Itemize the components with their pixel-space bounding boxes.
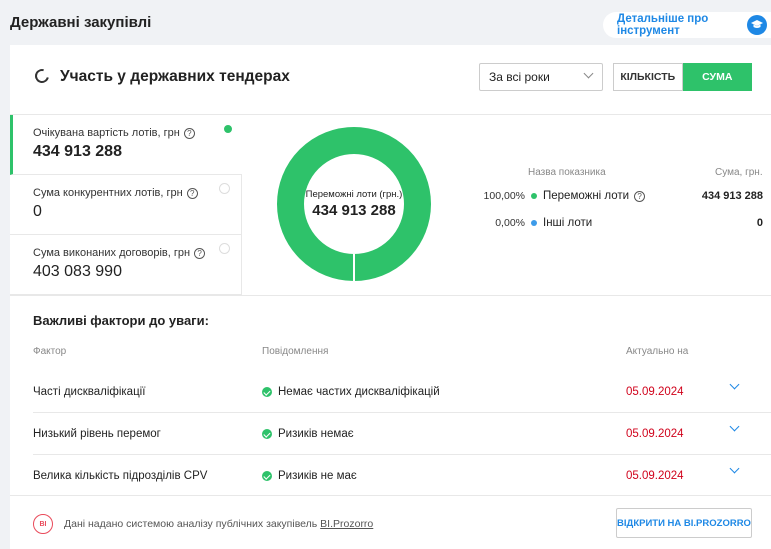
factor-name: Велика кількість підрозділів CPV [33, 470, 208, 482]
radio-icon [219, 183, 230, 194]
metric-value: 403 083 990 [33, 263, 122, 280]
factor-row[interactable]: Велика кількість підрозділів CPV Ризиків… [33, 455, 771, 497]
year-select-value: За всі роки [489, 70, 550, 84]
open-bi-prozorro-button[interactable]: ВІДКРИТИ НА BI.PROZORRO [616, 508, 752, 538]
legend-pct: 100,00% [483, 190, 525, 202]
radio-icon [219, 243, 230, 254]
legend-name: Переможні лоти [543, 190, 630, 202]
col-message: Повідомлення [262, 346, 329, 357]
details-button[interactable]: Детальніше про інструмент [603, 12, 771, 38]
legend-name: Інші лоти [543, 217, 593, 229]
graduation-cap-icon [747, 15, 767, 35]
factors-title: Важливі фактори до уваги: [33, 313, 209, 328]
chevron-down-icon[interactable] [729, 379, 740, 390]
toggle-count-button[interactable]: КІЛЬКІСТЬ [613, 63, 683, 91]
metric-completed-contracts[interactable]: Сума виконаних договорів, грн? 403 083 9… [10, 235, 242, 295]
footer-text: Дані надано системою аналізу публічних з… [64, 518, 373, 530]
metric-expected-value[interactable]: Очікувана вартість лотів, грн? 434 913 2… [10, 115, 242, 175]
metric-value: 434 913 288 [33, 143, 122, 160]
chevron-down-icon[interactable] [729, 463, 740, 474]
card-title: Участь у державних тендерах [60, 68, 290, 85]
col-date: Актуально на [626, 346, 689, 357]
metric-value: 0 [33, 203, 42, 220]
page-title: Державні закупівлі [10, 14, 152, 31]
check-circle-icon [262, 471, 272, 481]
bi-prozorro-logo-icon: BI [33, 514, 53, 534]
factor-date: 05.09.2024 [626, 386, 684, 398]
legend-amount: 434 913 288 [701, 190, 763, 202]
mode-toggle: КІЛЬКІСТЬ СУМА [613, 63, 752, 91]
check-circle-icon [262, 429, 272, 439]
legend-col-sum: Сума, грн. [715, 167, 763, 178]
year-select[interactable]: За всі роки [479, 63, 603, 91]
donut-center-label: Переможні лоти (грн.) [305, 189, 403, 200]
factor-message: Ризиків немає [278, 428, 354, 440]
bi-prozorro-link[interactable]: BI.Prozorro [320, 518, 373, 530]
factor-message: Немає частих дискваліфікацій [278, 386, 440, 398]
donut-center: Переможні лоти (грн.) 434 913 288 [277, 127, 431, 281]
factor-message: Ризиків не має [278, 470, 357, 482]
help-icon[interactable]: ? [183, 127, 195, 139]
factor-row[interactable]: Часті дискваліфікації Немає частих дискв… [33, 371, 771, 413]
tenders-card: Участь у державних тендерах За всі роки … [10, 45, 771, 549]
radio-selected-icon [224, 125, 232, 133]
metric-label: Сума виконаних договорів, грн [33, 247, 191, 259]
metric-label: Очікувана вартість лотів, грн [33, 127, 180, 139]
legend-amount: 0 [756, 217, 763, 229]
chevron-down-icon[interactable] [729, 421, 740, 432]
factor-name: Часті дискваліфікації [33, 386, 146, 398]
toggle-sum-button[interactable]: СУМА [682, 63, 752, 91]
legend-col-name: Назва показника [528, 167, 606, 178]
factors-section: Важливі фактори до уваги: Фактор Повідом… [10, 295, 771, 482]
legend-row: 0,00% Інші лоти 0 [480, 215, 771, 231]
help-icon[interactable]: ? [186, 187, 198, 199]
metric-competitive-sum[interactable]: Сума конкурентних лотів, грн? 0 [10, 175, 242, 235]
check-circle-icon [262, 387, 272, 397]
donut-center-value: 434 913 288 [312, 202, 396, 219]
factor-date: 05.09.2024 [626, 470, 684, 482]
donut-chart: Переможні лоти (грн.) 434 913 288 [277, 127, 431, 281]
factor-name: Низький рівень перемог [33, 428, 161, 440]
chevron-down-icon [583, 68, 594, 79]
metric-label: Сума конкурентних лотів, грн [33, 187, 183, 199]
metrics-list: Очікувана вартість лотів, грн? 434 913 2… [10, 115, 242, 295]
loading-spinner-icon [32, 66, 52, 86]
col-factor: Фактор [33, 346, 67, 357]
card-header: Участь у державних тендерах За всі роки … [10, 45, 771, 115]
legend-dot-icon [531, 220, 537, 226]
footer-text-body: Дані надано системою аналізу публічних з… [64, 518, 318, 530]
factor-row[interactable]: Низький рівень перемог Ризиків немає 05.… [33, 413, 771, 455]
help-icon[interactable]: ? [194, 247, 206, 259]
card-footer: BI Дані надано системою аналізу публічни… [10, 495, 771, 549]
help-icon[interactable]: ? [634, 190, 646, 202]
legend-row: 100,00% Переможні лоти? 434 913 288 [480, 188, 771, 204]
legend-pct: 0,00% [495, 217, 525, 229]
legend-dot-icon [531, 193, 537, 199]
factor-date: 05.09.2024 [626, 428, 684, 440]
